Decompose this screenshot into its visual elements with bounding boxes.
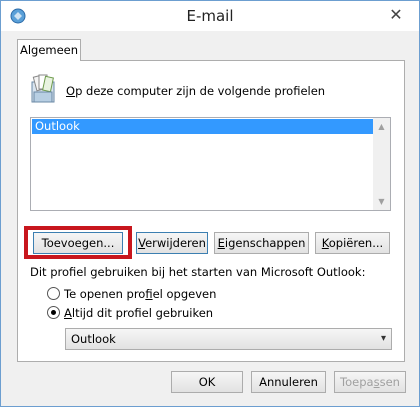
properties-label: igenschappen: [224, 236, 306, 250]
title-bar: E-mail ✕: [1, 1, 419, 31]
apply-label-part: Toepa: [340, 375, 374, 389]
intro-accesskey: O: [66, 84, 76, 98]
chevron-down-icon: ▾: [380, 333, 386, 344]
cancel-button[interactable]: Annuleren: [251, 371, 326, 393]
annotation-highlight-box: [24, 226, 132, 259]
select-value: Outlook: [71, 332, 116, 346]
radio-label-part: ltijd dit profiel gebruiken: [71, 306, 214, 320]
remove-button[interactable]: Verwijderen: [136, 232, 208, 254]
apply-label-part: sen: [379, 375, 400, 389]
remove-label: erwijderen: [145, 236, 206, 250]
ok-button[interactable]: OK: [171, 371, 243, 393]
properties-button[interactable]: Eigenschappen: [214, 232, 309, 254]
intro-text: p deze computer zijn de volgende profiel…: [75, 84, 326, 98]
profile-select[interactable]: Outlook ▾: [65, 328, 392, 350]
radio-always-use-profile[interactable]: Altijd dit profiel gebruiken: [47, 305, 213, 321]
copy-accesskey: K: [321, 236, 329, 250]
radio-accesskey: A: [64, 306, 72, 320]
scroll-up-icon[interactable]: ▲: [373, 118, 390, 135]
window-title: E-mail: [186, 7, 234, 25]
properties-accesskey: E: [217, 236, 225, 250]
radio-prompt-profile[interactable]: Te openen profiel opgeven: [47, 286, 216, 302]
apply-button[interactable]: Toepassen: [334, 371, 406, 393]
radio-label-part: Te openen pro: [64, 287, 146, 301]
radio-accesskey: f: [145, 287, 153, 301]
scroll-down-icon[interactable]: ▼: [373, 193, 390, 210]
tab-general[interactable]: Algemeen: [17, 39, 81, 61]
radio-label-part: iel opgeven: [152, 287, 217, 301]
copy-label: opiëren...: [328, 236, 384, 250]
close-button[interactable]: ✕: [383, 5, 409, 25]
profile-icon: [31, 74, 55, 103]
listbox-scrollbar[interactable]: ▲ ▼: [373, 118, 390, 210]
startup-label: Dit profiel gebruiken bij het starten va…: [30, 265, 366, 279]
email-dialog: E-mail ✕ Algemeen Op deze computer zijn …: [0, 0, 420, 407]
radio-button-checked[interactable]: [47, 306, 60, 319]
profiles-listbox[interactable]: Outlook ▲ ▼: [30, 117, 391, 211]
copy-button[interactable]: Kopiëren...: [315, 232, 390, 254]
radio-button[interactable]: [47, 287, 60, 300]
profiles-intro-label: Op deze computer zijn de volgende profie…: [66, 84, 325, 98]
list-item[interactable]: Outlook: [32, 119, 374, 134]
